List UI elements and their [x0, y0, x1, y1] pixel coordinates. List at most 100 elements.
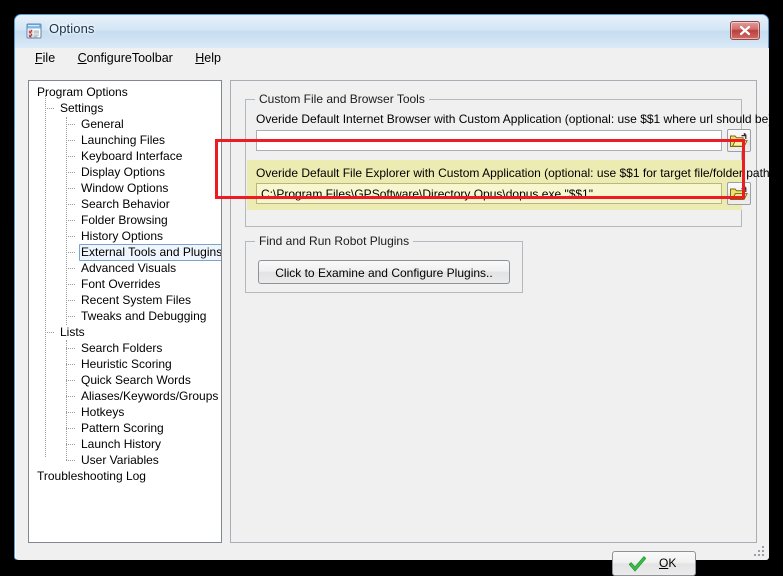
tree-item-display-options[interactable]: Display Options — [29, 164, 221, 180]
tree-item-label: Pattern Scoring — [81, 421, 164, 435]
tree-item-troubleshooting-log[interactable]: Troubleshooting Log — [29, 468, 221, 484]
browser-override-label: Overide Default Internet Browser with Cu… — [256, 112, 776, 126]
tree-item-history-options[interactable]: History Options — [29, 228, 221, 244]
tree-elbow — [45, 332, 54, 333]
tree-item-label: Display Options — [81, 165, 166, 179]
tree-item-window-options[interactable]: Window Options — [29, 180, 221, 196]
ok-button[interactable]: OK — [612, 551, 696, 576]
menu-help[interactable]: Help — [186, 48, 230, 67]
tree-item-label: Troubleshooting Log — [37, 469, 146, 483]
tree-item-label: General — [81, 117, 124, 131]
tree-elbow — [66, 204, 75, 205]
tree-item-search-folders[interactable]: Search Folders — [29, 340, 221, 356]
menu-configure-toolbar[interactable]: ConfigureToolbar — [69, 48, 182, 67]
browser-browse-button[interactable] — [727, 129, 751, 152]
tree-elbow — [66, 460, 75, 461]
green-check-icon — [629, 556, 646, 572]
tree-item-label: Search Folders — [81, 341, 163, 355]
tree-elbow — [66, 428, 75, 429]
close-icon[interactable] — [730, 21, 760, 40]
tree-item-launching-files[interactable]: Launching Files — [29, 132, 221, 148]
tree-item-settings[interactable]: Settings — [29, 100, 221, 116]
tree-item-label: Search Behavior — [81, 197, 170, 211]
tree-item-label: Program Options — [37, 85, 128, 99]
tree-item-label: User Variables — [81, 453, 159, 467]
options-tree[interactable]: Program Options Settings General Launching … — [28, 80, 222, 543]
tree-elbow — [66, 412, 75, 413]
tree-item-aliases-keywords-groups[interactable]: Aliases/Keywords/Groups — [29, 388, 221, 404]
tree-item-label: Window Options — [81, 181, 169, 195]
tree-item-folder-browsing[interactable]: Folder Browsing — [29, 212, 221, 228]
tree-item-label: Settings — [60, 101, 104, 115]
tree-item-pattern-scoring[interactable]: Pattern Scoring — [29, 420, 221, 436]
tree-item-launch-history[interactable]: Launch History — [29, 436, 221, 452]
tree-item-font-overrides[interactable]: Font Overrides — [29, 276, 221, 292]
menu-file[interactable]: File — [26, 48, 64, 67]
options-list-icon — [26, 23, 42, 39]
tree-elbow — [66, 156, 75, 157]
tree-item-label: Launching Files — [81, 133, 166, 147]
tree-elbow — [66, 380, 75, 381]
tree-elbow — [66, 124, 75, 125]
client-area: File ConfigureToolbar Help Program Optio… — [16, 48, 777, 576]
tree-item-label: Aliases/Keywords/Groups — [81, 389, 219, 403]
tree-item-tweaks-and-debugging[interactable]: Tweaks and Debugging — [29, 308, 221, 324]
tree-item-label: Advanced Visuals — [81, 261, 177, 275]
tree-item-external-tools-and-plugins[interactable]: External Tools and Plugins — [29, 244, 221, 261]
tree-elbow — [66, 220, 75, 221]
custom-tools-group: Custom File and Browser Tools Overide De… — [245, 92, 777, 227]
settings-pane: Custom File and Browser Tools Overide De… — [230, 80, 777, 543]
plugins-group-title: Find and Run Robot Plugins — [255, 234, 414, 248]
tree-item-label: Launch History — [81, 437, 162, 451]
title-bar: Options — [15, 15, 768, 48]
tree-elbow — [66, 284, 75, 285]
custom-tools-group-title: Custom File and Browser Tools — [255, 92, 429, 106]
ok-button-label: OK — [659, 556, 677, 570]
tree-guide-line — [66, 340, 67, 460]
tree-item-label: Heuristic Scoring — [81, 357, 172, 371]
tree-item-lists[interactable]: Lists — [29, 324, 221, 340]
tree-item-hotkeys[interactable]: Hotkeys — [29, 404, 221, 420]
tree-elbow — [66, 236, 75, 237]
tree-item-program-options[interactable]: Program Options — [29, 84, 221, 100]
tree-item-quick-search-words[interactable]: Quick Search Words — [29, 372, 221, 388]
tree-elbow — [66, 188, 75, 189]
tree-elbow — [66, 444, 75, 445]
window-title: Options — [49, 21, 95, 36]
tree-item-label: Recent System Files — [81, 293, 192, 307]
tree-item-label: Lists — [60, 325, 85, 339]
tree-item-keyboard-interface[interactable]: Keyboard Interface — [29, 148, 221, 164]
tree-item-label: Keyboard Interface — [81, 149, 183, 163]
tree-elbow — [45, 108, 54, 109]
browser-override-input[interactable] — [256, 130, 722, 151]
tree-item-heuristic-scoring[interactable]: Heuristic Scoring — [29, 356, 221, 372]
tree-item-recent-system-files[interactable]: Recent System Files — [29, 292, 221, 308]
tree-elbow — [66, 268, 75, 269]
tree-elbow — [66, 348, 75, 349]
explorer-browse-button[interactable] — [727, 182, 751, 205]
tree-item-label: Folder Browsing — [81, 213, 168, 227]
tree-elbow — [66, 140, 75, 141]
tree-elbow — [66, 252, 75, 253]
menu-bar: File ConfigureToolbar Help — [16, 48, 769, 69]
options-window: Options File ConfigureToolbar Help Progr… — [14, 14, 777, 576]
tree-item-label: External Tools and Plugins — [79, 244, 221, 261]
tree-item-label: Tweaks and Debugging — [81, 309, 207, 323]
tree-item-label: Quick Search Words — [81, 373, 191, 387]
tree-item-label: Hotkeys — [81, 405, 125, 419]
tree-item-advanced-visuals[interactable]: Advanced Visuals — [29, 260, 221, 276]
examine-plugins-button[interactable]: Click to Examine and Configure Plugins.. — [258, 260, 510, 284]
tree-item-label: Font Overrides — [81, 277, 161, 291]
explorer-override-row: Overide Default File Explorer with Custo… — [247, 160, 777, 210]
tree-guide-line — [66, 117, 67, 325]
tree-elbow — [66, 300, 75, 301]
resize-grip[interactable] — [753, 545, 766, 558]
tree-elbow — [66, 364, 75, 365]
plugins-group: Find and Run Robot Plugins Click to Exam… — [245, 234, 523, 293]
explorer-override-input[interactable] — [256, 183, 722, 204]
tree-item-user-variables[interactable]: User Variables — [29, 452, 221, 468]
tree-item-search-behavior[interactable]: Search Behavior — [29, 196, 221, 212]
tree-item-general[interactable]: General — [29, 116, 221, 132]
tree-elbow — [66, 172, 75, 173]
tree-elbow — [66, 396, 75, 397]
